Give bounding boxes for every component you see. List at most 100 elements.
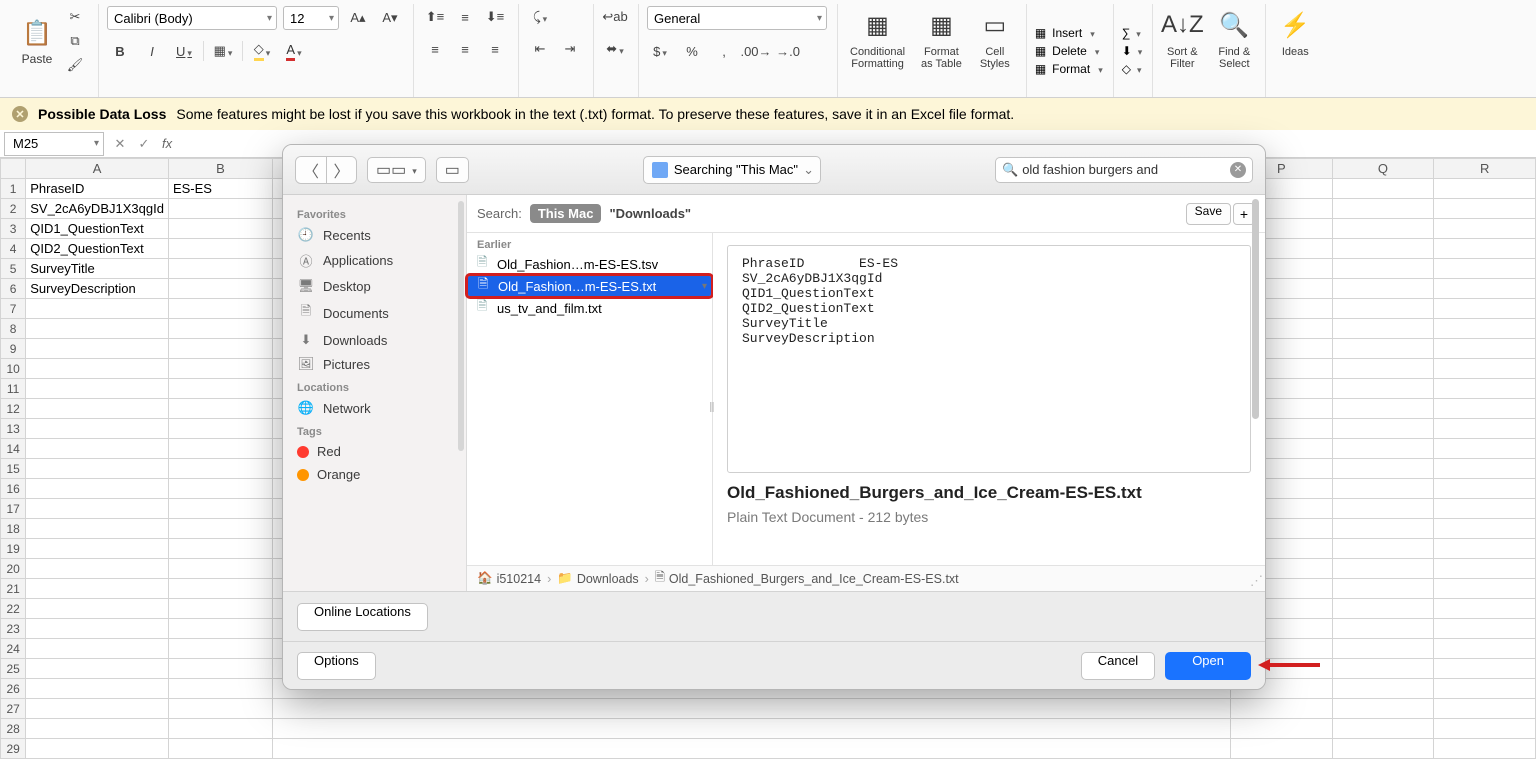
cell[interactable] [168,599,272,619]
close-warning-icon[interactable]: ✕ [12,106,28,122]
cell[interactable] [26,519,169,539]
cell[interactable] [168,619,272,639]
cell[interactable] [168,459,272,479]
cell[interactable] [1231,739,1333,759]
cell[interactable] [1332,199,1434,219]
cell[interactable] [26,539,169,559]
cell[interactable] [26,379,169,399]
sort-filter-button[interactable]: A↓ZSort & Filter [1161,6,1203,72]
cell[interactable] [1434,539,1536,559]
cell[interactable] [26,459,169,479]
orientation-button[interactable]: ⤹ [527,6,553,28]
back-button[interactable]: 〈 [296,157,326,183]
merge-button[interactable]: ⬌ [602,38,628,60]
cell[interactable] [26,599,169,619]
cell[interactable] [168,299,272,319]
cell[interactable] [1332,519,1434,539]
align-center-button[interactable]: ≡ [452,38,478,60]
row-header[interactable]: 5 [1,259,26,279]
row-header[interactable]: 8 [1,319,26,339]
cell[interactable] [1332,379,1434,399]
cell[interactable] [168,659,272,679]
align-left-button[interactable]: ≡ [422,38,448,60]
select-all-corner[interactable] [1,159,26,179]
cell[interactable]: PhraseID [26,179,169,199]
cell[interactable] [1332,279,1434,299]
scope-downloads[interactable]: "Downloads" [609,206,691,221]
format-button[interactable]: ▦Format [1035,62,1103,76]
view-mode-button[interactable]: ▭▭ [367,157,426,183]
cell[interactable] [1434,639,1536,659]
cell[interactable] [1332,739,1434,759]
cell[interactable] [1434,279,1536,299]
cell[interactable] [1434,319,1536,339]
underline-button[interactable]: U [171,40,197,62]
italic-button[interactable]: I [139,40,165,62]
cell[interactable] [168,339,272,359]
cell[interactable]: SurveyTitle [26,259,169,279]
cell[interactable] [168,439,272,459]
row-header[interactable]: 17 [1,499,26,519]
cell[interactable] [1332,179,1434,199]
cell[interactable]: SurveyDescription [26,279,169,299]
decrease-decimal-button[interactable]: →.0 [775,40,801,62]
align-middle-button[interactable]: ≡ [452,6,478,28]
cell[interactable] [1434,199,1536,219]
cell[interactable] [168,679,272,699]
search-field[interactable]: 🔍 old fashion burgers and ✕ [995,157,1253,183]
autosum-button[interactable]: ∑ [1122,26,1143,40]
cell[interactable] [168,699,272,719]
row-header[interactable]: 3 [1,219,26,239]
cell[interactable] [1434,699,1536,719]
cell[interactable] [26,639,169,659]
cell[interactable] [168,559,272,579]
name-box[interactable]: M25 [4,132,104,156]
cell[interactable] [1434,579,1536,599]
sidebar-item-recents[interactable]: 🕘Recents [283,223,466,247]
column-header[interactable]: B [168,159,272,179]
cell[interactable] [1332,339,1434,359]
cell[interactable] [168,739,272,759]
cut-button[interactable]: ✂ [62,6,88,28]
cell[interactable] [1434,219,1536,239]
number-format-select[interactable]: General [647,6,827,30]
cell[interactable] [1332,479,1434,499]
file-row[interactable]: 🗎us_tv_and_film.txt [467,297,712,319]
sidebar-item-applications[interactable]: ⒶApplications [283,247,466,274]
sidebar-item-downloads[interactable]: ⬇Downloads [283,328,466,352]
cell[interactable] [1332,619,1434,639]
path-crumb[interactable]: 🗎Old_Fashioned_Burgers_and_Ice_Cream-ES-… [655,568,959,589]
increase-indent-button[interactable]: ⇥ [557,38,583,60]
scrollbar[interactable] [458,201,464,451]
cell[interactable] [1434,559,1536,579]
enter-formula-button[interactable]: ✓ [132,132,156,156]
row-header[interactable]: 24 [1,639,26,659]
font-color-button[interactable]: A [281,40,307,62]
ideas-button[interactable]: ⚡Ideas [1274,6,1316,60]
align-right-button[interactable]: ≡ [482,38,508,60]
row-header[interactable]: 13 [1,419,26,439]
cell[interactable] [1332,719,1434,739]
cell[interactable] [1434,519,1536,539]
insert-button[interactable]: ▦Insert [1035,26,1103,40]
online-locations-button[interactable]: Online Locations [297,603,428,631]
row-header[interactable]: 23 [1,619,26,639]
row-header[interactable]: 10 [1,359,26,379]
row-header[interactable]: 16 [1,479,26,499]
cell[interactable] [1434,659,1536,679]
sidebar-item-pictures[interactable]: 🖼Pictures [283,352,466,376]
cell[interactable] [26,619,169,639]
cell[interactable] [168,499,272,519]
row-header[interactable]: 22 [1,599,26,619]
cell[interactable] [1434,239,1536,259]
row-header[interactable]: 28 [1,719,26,739]
row-header[interactable]: 19 [1,539,26,559]
cell[interactable] [1231,699,1333,719]
format-as-table-button[interactable]: ▦Format as Table [917,6,966,72]
cell[interactable] [26,479,169,499]
cell[interactable] [26,319,169,339]
cell[interactable] [1332,679,1434,699]
sidebar-tag-orange[interactable]: Orange [283,463,466,486]
path-crumb[interactable]: 🏠i510214 [477,571,541,586]
cell[interactable] [1332,419,1434,439]
